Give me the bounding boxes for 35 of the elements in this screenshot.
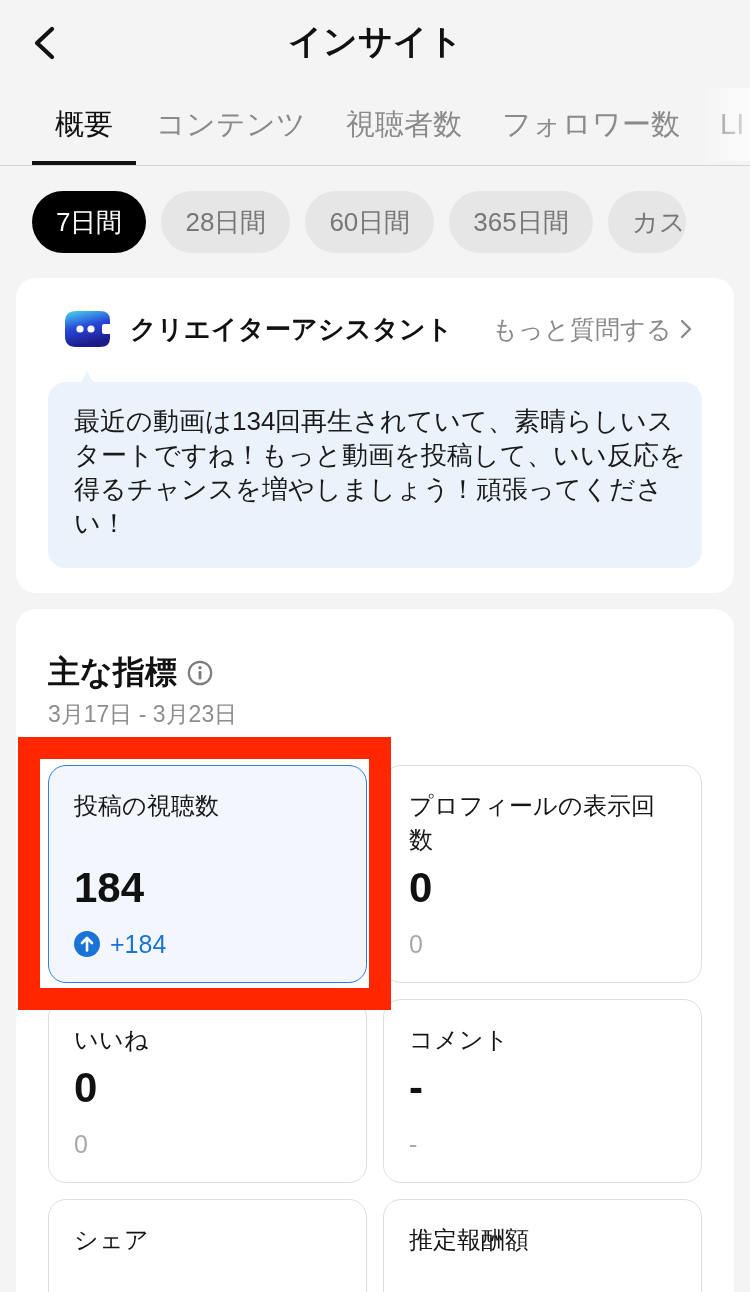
robot-face-icon: [65, 311, 110, 347]
period-chip[interactable]: 365日間: [449, 191, 593, 253]
metric-label: 推定報酬額: [409, 1225, 530, 1255]
metric-label: プロフィールの表示回数: [409, 791, 656, 855]
metric-change: 0: [74, 1129, 88, 1159]
period-chip[interactable]: 7日間: [32, 191, 147, 253]
tab[interactable]: コンテンツ: [136, 84, 326, 165]
metric-value: -: [409, 1064, 423, 1112]
tab[interactable]: 概要: [32, 84, 136, 165]
metric-change: 0: [409, 929, 423, 959]
metric-label: 投稿の視聴数: [74, 791, 220, 821]
info-icon[interactable]: [187, 660, 213, 686]
tab[interactable]: フォロワー数: [482, 84, 700, 165]
metric-card[interactable]: 推定報酬額: [383, 1199, 702, 1292]
metric-label: いいね: [74, 1025, 150, 1055]
period-chip[interactable]: カス: [607, 191, 686, 253]
metric-card[interactable]: 投稿の視聴数 184 +184: [48, 765, 367, 983]
metric-value: 0: [409, 864, 433, 912]
metric-card[interactable]: シェア: [48, 1199, 367, 1292]
metric-change: +184: [110, 929, 167, 959]
metric-label: シェア: [74, 1225, 150, 1255]
period-chip[interactable]: 60日間: [305, 191, 435, 253]
ask-more-link[interactable]: もっと質問する: [492, 312, 692, 346]
metric-change: -: [409, 1129, 418, 1159]
metric-card[interactable]: コメント - -: [383, 999, 702, 1183]
page-title: インサイト: [287, 21, 463, 62]
metric-label: コメント: [409, 1025, 510, 1055]
section-title: 主な指標: [48, 653, 177, 692]
assistant-title: クリエイターアシスタント: [130, 312, 453, 346]
metric-value: 184: [74, 864, 145, 912]
period-chip[interactable]: 28日間: [161, 191, 291, 253]
tab[interactable]: 視聴者数: [326, 84, 482, 165]
metric-value: 0: [74, 1064, 98, 1112]
date-range: 3月17日 - 3月23日: [48, 700, 238, 729]
chevron-right-icon: [680, 319, 692, 339]
